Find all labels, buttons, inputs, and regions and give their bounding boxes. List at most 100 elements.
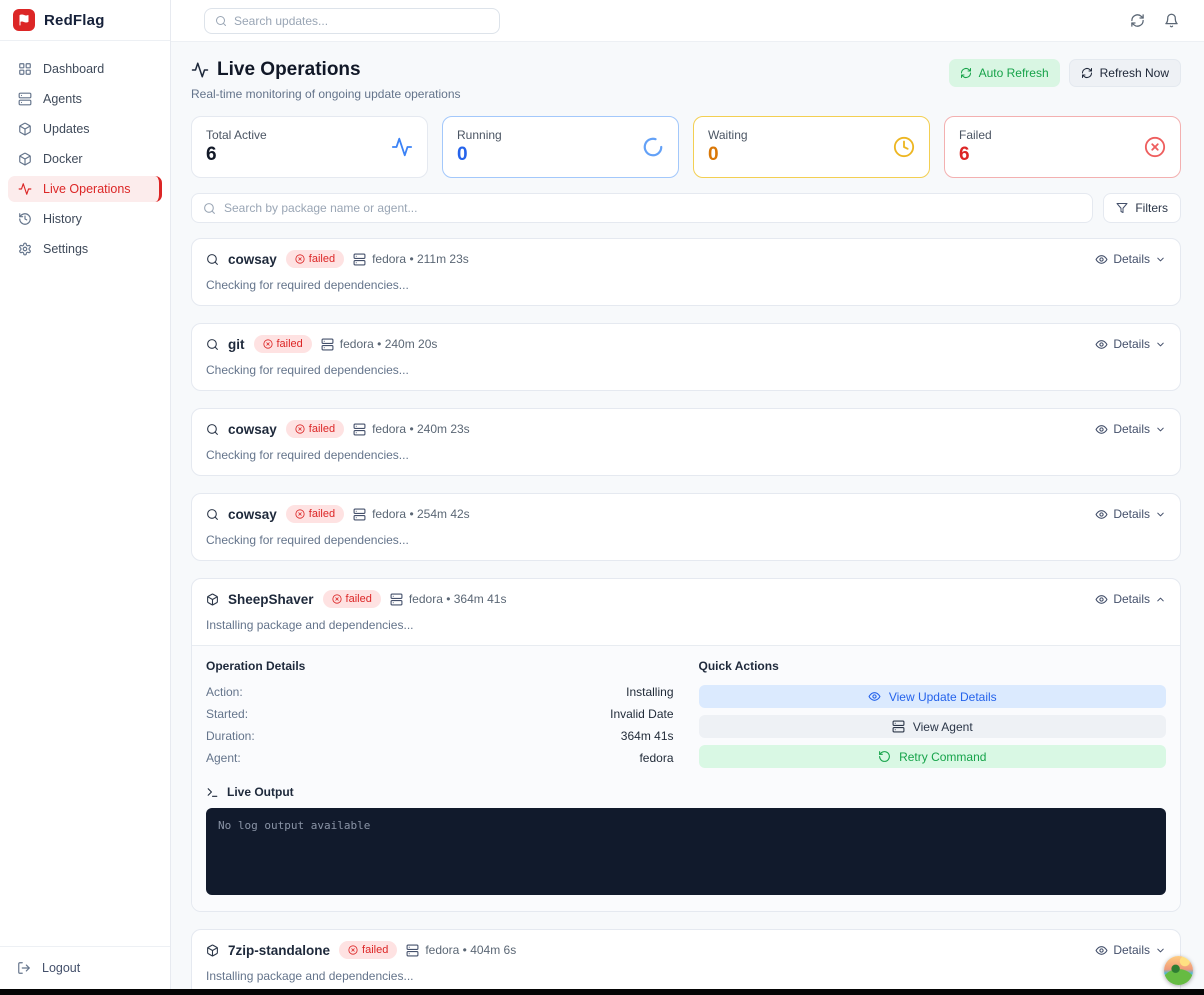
search-icon [206,253,219,266]
sidebar: RedFlag Dashboard Agents Updates Docker … [0,0,171,989]
bell-icon[interactable] [1164,13,1179,28]
view-update-details-button[interactable]: View Update Details [699,685,1167,708]
operation-card: cowsay failed fedora • 254m 42s Checking… [191,493,1181,561]
view-agent-button[interactable]: View Agent [699,715,1167,738]
sidebar-item-docker[interactable]: Docker [8,146,162,172]
sidebar-item-label: Updates [43,122,90,136]
server-icon [353,508,366,521]
sidebar-item-dashboard[interactable]: Dashboard [8,56,162,82]
island-avatar[interactable] [1164,956,1193,985]
redflag-logo [13,9,35,31]
status-badge: failed [339,941,397,959]
activity-icon [18,182,32,196]
server-icon [892,720,905,733]
details-button[interactable]: Details [1095,252,1166,266]
refresh-icon[interactable] [1130,13,1145,28]
status-badge: failed [286,505,344,523]
global-search-input[interactable] [234,14,489,28]
operation-message: Checking for required dependencies... [206,448,470,462]
operation-name: cowsay [228,252,277,267]
live-output-header: Live Output [206,785,1166,799]
operation-card: 7zip-standalone failed fedora • 404m 6s … [191,929,1181,989]
header-actions: Auto Refresh Refresh Now [949,59,1181,87]
details-button[interactable]: Details [1095,422,1166,436]
sidebar-item-label: Settings [43,242,88,256]
circle-x-icon [295,509,305,519]
circle-x-icon [295,254,305,264]
stat-card-failed: Failed 6 [944,116,1181,178]
retry-command-button[interactable]: Retry Command [699,745,1167,768]
operation-card: cowsay failed fedora • 240m 23s Checking… [191,408,1181,476]
live-output-title: Live Output [227,785,294,799]
refresh-now-label: Refresh Now [1100,66,1169,80]
operation-message: Checking for required dependencies... [206,278,469,292]
package-icon [18,122,32,136]
filters-button[interactable]: Filters [1103,193,1181,223]
operation-name: SheepShaver [228,592,314,607]
details-button[interactable]: Details [1095,337,1166,351]
app-window: RedFlag Dashboard Agents Updates Docker … [0,0,1204,989]
filter-bar: Filters [191,193,1181,223]
stat-label: Failed [959,128,992,142]
operation-name: 7zip-standalone [228,943,330,958]
sidebar-item-live-operations[interactable]: Live Operations [8,176,162,202]
chevron-down-icon [1155,424,1166,435]
sidebar-header: RedFlag [0,0,170,41]
operation-meta: fedora • 240m 23s [353,422,470,436]
search-icon [206,508,219,521]
server-icon [353,253,366,266]
details-button[interactable]: Details [1095,943,1166,957]
logout-button[interactable]: Logout [17,961,153,975]
server-icon [353,423,366,436]
package-icon [18,152,32,166]
operation-card-expanded: SheepShaver failed fedora • 364m 41s Ins… [191,578,1181,912]
sidebar-item-label: Dashboard [43,62,104,76]
server-icon [321,338,334,351]
circle-x-icon [295,424,305,434]
operation-details-title: Operation Details [206,659,674,673]
retry-icon [878,750,891,763]
operation-message: Installing package and dependencies... [206,618,506,632]
eye-icon [868,690,881,703]
logout-label: Logout [42,961,80,975]
history-icon [18,212,32,226]
details-button[interactable]: Details [1095,507,1166,521]
operation-card: git failed fedora • 240m 20s Checking fo… [191,323,1181,391]
operation-meta: fedora • 364m 41s [390,592,507,606]
operation-message: Checking for required dependencies... [206,363,437,377]
stat-value: 6 [959,144,992,166]
sidebar-item-label: Docker [43,152,83,166]
filters-label: Filters [1135,201,1168,215]
sidebar-item-history[interactable]: History [8,206,162,232]
sidebar-item-updates[interactable]: Updates [8,116,162,142]
activity-icon [191,61,209,79]
stat-value: 6 [206,144,267,166]
eye-icon [1095,253,1108,266]
sidebar-item-agents[interactable]: Agents [8,86,162,112]
sidebar-nav: Dashboard Agents Updates Docker Live Ope… [0,41,170,277]
page-title-text: Live Operations [217,59,361,81]
details-button[interactable]: Details [1095,592,1166,606]
gear-icon [18,242,32,256]
eye-icon [1095,338,1108,351]
brand-name: RedFlag [44,12,105,29]
stat-label: Running [457,128,502,142]
server-icon [18,92,32,106]
stat-card-waiting: Waiting0 [693,116,930,178]
operations-search-input[interactable] [224,201,1081,215]
terminal-icon [206,786,219,799]
chevron-down-icon [1155,339,1166,350]
chevron-down-icon [1155,254,1166,265]
status-badge: failed [323,590,381,608]
eye-icon [1095,423,1108,436]
circle-x-icon [263,339,273,349]
operation-details-panel: Operation Details Action:Installing Star… [206,659,674,775]
search-icon [215,15,227,27]
auto-refresh-button[interactable]: Auto Refresh [949,59,1060,87]
operation-expanded-panel: Operation Details Action:Installing Star… [192,645,1180,911]
sidebar-item-settings[interactable]: Settings [8,236,162,262]
quick-actions-title: Quick Actions [699,659,1167,673]
operation-card: cowsay failed fedora • 211m 23s Checking… [191,238,1181,306]
chevron-up-icon [1155,594,1166,605]
refresh-now-button[interactable]: Refresh Now [1069,59,1181,87]
